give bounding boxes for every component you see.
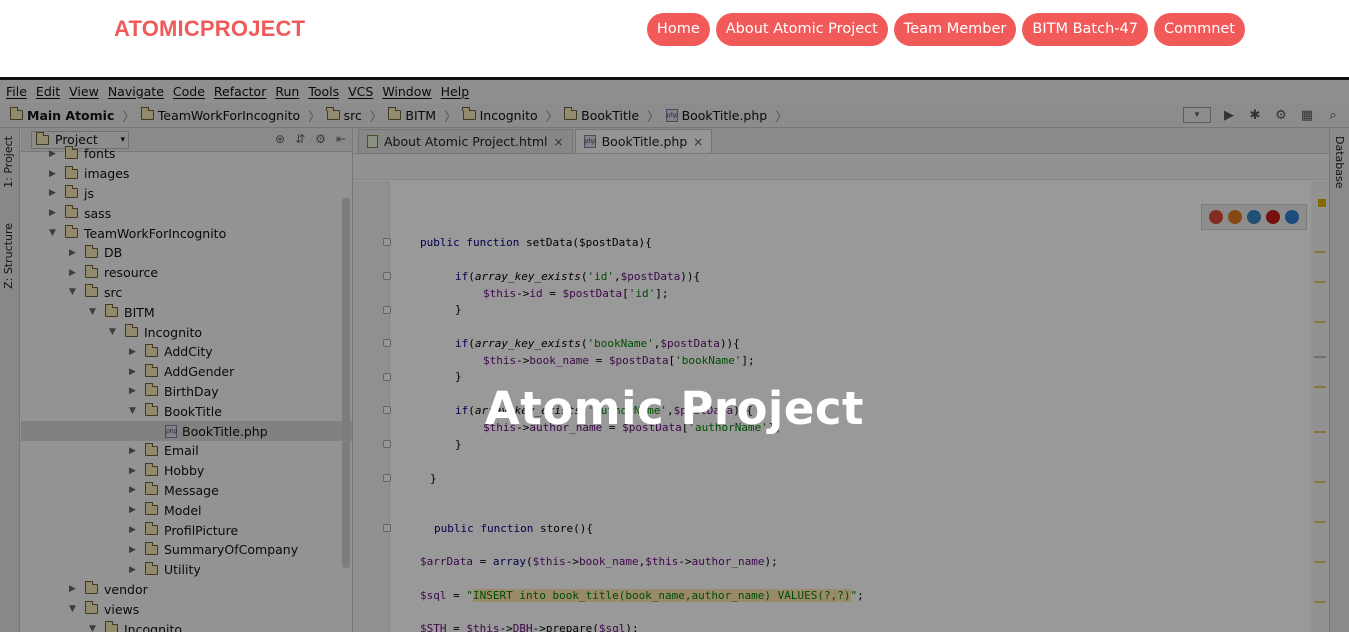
hero-banner: File Edit View Navigate Code Refactor Ru… (0, 77, 1349, 632)
hero-title: Atomic Project (484, 382, 865, 435)
nav-batch-link[interactable]: BITM Batch-47 (1022, 13, 1148, 46)
nav-home-link[interactable]: Home (646, 13, 710, 46)
hero-dark-overlay (0, 77, 1349, 632)
brand-logo[interactable]: ATOMICPROJECT (114, 16, 305, 42)
main-nav: Home About Atomic Project Team Member BI… (646, 13, 1245, 46)
site-navbar: ATOMICPROJECT Home About Atomic Project … (0, 0, 1349, 77)
nav-team-link[interactable]: Team Member (893, 13, 1017, 46)
nav-about-link[interactable]: About Atomic Project (715, 13, 888, 46)
nav-comment-link[interactable]: Commnet (1153, 13, 1245, 46)
